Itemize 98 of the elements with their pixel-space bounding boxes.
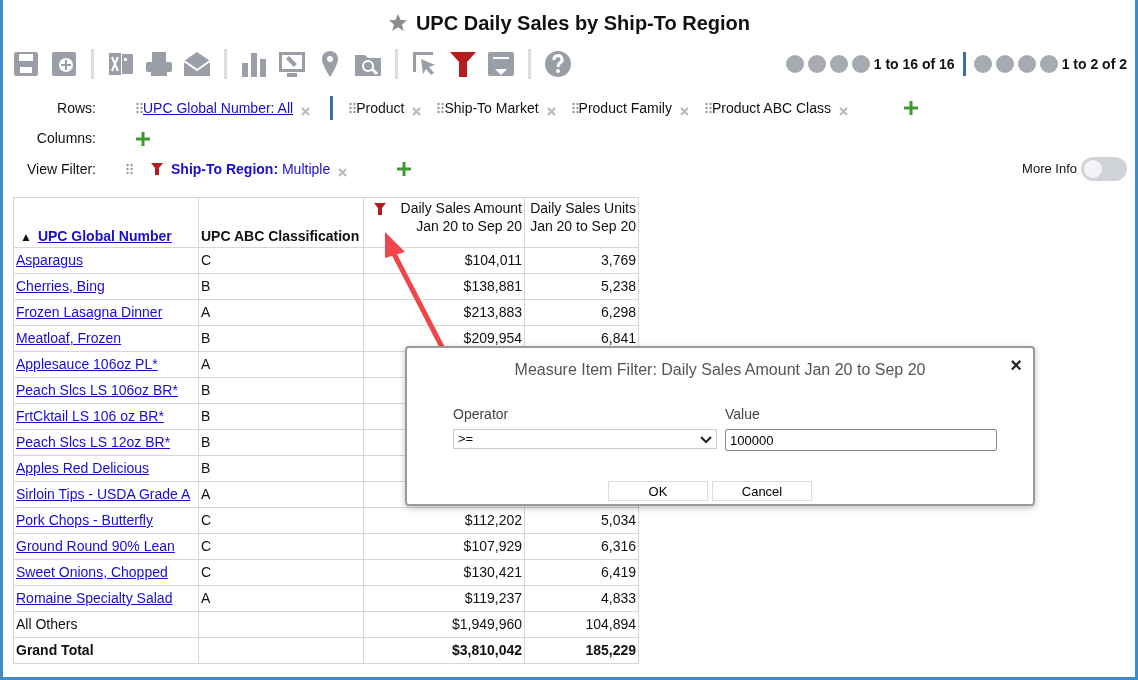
save-icon[interactable] [11,49,41,79]
row-link[interactable]: FrtCktail LS 106 oz BR* [13,403,199,430]
star-icon[interactable] [387,13,408,33]
value-label: Value [725,405,761,424]
add-icon[interactable] [397,162,412,176]
dialog-button[interactable]: Cancel [712,481,812,501]
add-icon[interactable] [136,131,150,146]
drag-handle-icon[interactable] [136,102,143,114]
row-range-text: 1 to 16 of 16 [873,54,955,74]
drag-handle-icon[interactable] [349,102,357,114]
table-cell: A [198,585,364,612]
table-cell: B [198,377,364,404]
column-header[interactable]: ▲ UPC Global Number [13,197,199,248]
table-cell: 4,833 [524,585,639,612]
row-link[interactable]: Pork Chops - Butterfly [13,507,199,534]
operator-select[interactable]: >= [453,429,717,449]
drag-handle-icon[interactable] [704,102,712,114]
report-title: UPC Daily Sales by Ship-To Region [415,11,751,36]
more-info-label: More Info [1022,160,1077,179]
drag-handle-icon[interactable] [437,102,445,114]
row-link[interactable]: Sirloin Tips - USDA Grade A [13,481,199,508]
remove-icon[interactable] [338,167,348,177]
table-cell: C [198,507,364,534]
remove-icon[interactable] [679,106,689,116]
table-cell: B [198,273,364,300]
column-header: UPC ABC Classification [198,197,364,248]
help-icon[interactable] [543,49,573,79]
table-cell: 185,229 [524,637,639,664]
table-cell: A [198,481,364,508]
view-filter-label: View Filter: [26,159,96,179]
table-cell: $3,810,042 [363,637,525,664]
remove-icon[interactable] [412,106,422,116]
add-icon[interactable] [904,101,918,115]
table-cell: $119,237 [363,585,525,612]
columns-label: Columns: [35,129,96,148]
table-cell: 104,894 [524,611,639,638]
field-label: Product Family [578,98,672,118]
table-cell: 6,316 [524,533,639,560]
table-cell: 5,034 [524,507,639,534]
table-cell: B [198,325,364,352]
table-cell: C [198,533,364,560]
row-link[interactable]: Sweet Onions, Chopped [13,559,199,586]
row-link[interactable]: Applesauce 106oz PL* [13,351,199,378]
row-link[interactable]: Frozen Lasagna Dinner [13,299,199,326]
filter-icon[interactable] [374,203,386,215]
table-cell: $213,883 [363,299,525,326]
table-cell: C [198,559,364,586]
monitor-wrench-icon[interactable] [277,49,307,79]
row-link[interactable]: Peach Slcs LS 12oz BR* [13,429,199,456]
field-label: Product ABC Class [711,98,831,118]
table-cell: C [198,247,364,274]
row-link[interactable]: Apples Red Delicious [13,455,199,482]
field-label: Ship-To Market [444,98,539,118]
table-cell: $130,421 [363,559,525,586]
table-cell: $107,929 [363,533,525,560]
row-link[interactable]: Ground Round 90% Lean [13,533,199,560]
close-button[interactable]: × [1009,354,1023,376]
remove-icon[interactable] [839,106,848,116]
printer-icon[interactable] [144,49,174,79]
operator-label: Operator [453,405,510,424]
view-filter-text[interactable]: Ship-To Region: Multiple [171,158,331,180]
table-cell: $138,881 [363,273,525,300]
table-cell: A [198,299,364,326]
row-link[interactable]: Meatloaf, Frozen [13,325,199,352]
table-cell: Grand Total [13,637,199,664]
dialog-button[interactable]: OK [608,481,708,501]
filter-icon[interactable] [448,49,478,79]
table-cell: $112,202 [363,507,525,534]
column-header: Daily Sales Units Jan 20 to Sep 20 [524,197,639,248]
row-link[interactable]: Romaine Specialty Salad [13,585,199,612]
filter-icon [151,163,163,175]
table-cell: B [198,455,364,482]
more-info-toggle[interactable] [1081,157,1127,181]
remove-icon[interactable] [546,106,556,116]
rows-label: Rows: [56,98,96,118]
drag-handle-icon[interactable] [571,102,579,114]
value-field[interactable]: 100000 [725,429,997,451]
table-cell: 6,419 [524,559,639,586]
row-link[interactable]: Peach Slcs LS 106oz BR* [13,377,199,404]
drag-handle-icon[interactable] [126,163,133,175]
table-cell: 6,298 [524,299,639,326]
table-cell: 3,769 [524,247,639,274]
add-page-icon[interactable] [49,49,79,79]
remove-icon[interactable] [301,106,311,116]
caret-icon [700,434,712,444]
table-cell: All Others [13,611,199,638]
table-cell: B [198,403,364,430]
envelope-icon[interactable] [182,49,212,79]
table-cell: 5,238 [524,273,639,300]
table-cell: B [198,429,364,456]
column-range-text: 1 to 2 of 2 [1061,54,1127,74]
row-link[interactable]: Asparagus [13,247,199,274]
table-cell: $1,949,960 [363,611,525,638]
dialog-title: Measure Item Filter: Daily Sales Amount Jan 20 to Sep 20 [514,360,926,380]
field-label: Product [356,98,405,118]
field-link[interactable]: UPC Global Number: All [143,97,294,119]
row-link[interactable]: Cherries, Bing [13,273,199,300]
table-cell: A [198,351,364,378]
